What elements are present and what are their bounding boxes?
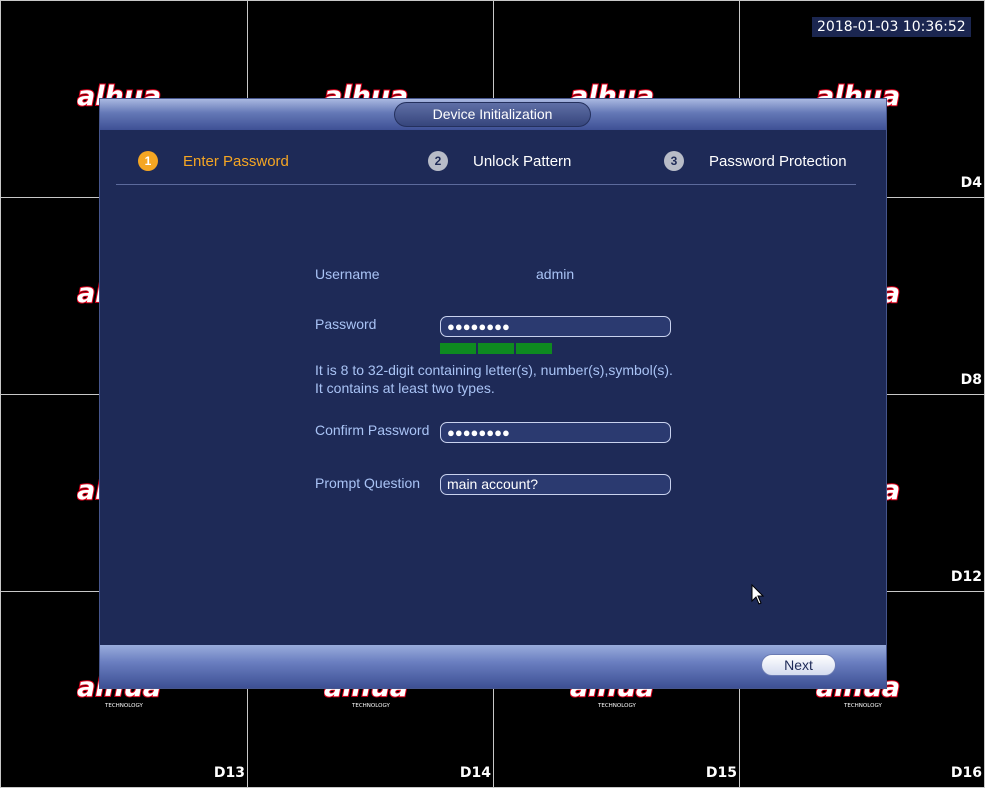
channel-label: D8 <box>960 372 982 388</box>
dialog-title: Device Initialization <box>394 102 591 127</box>
dialog-header: Device Initialization <box>100 99 886 130</box>
channel-label: D4 <box>960 175 982 191</box>
prompt-question-field[interactable]: main account? <box>440 474 671 495</box>
confirm-password-field[interactable]: ●●●●●●●● <box>440 422 671 443</box>
svg-text:TECHNOLOGY: TECHNOLOGY <box>597 703 636 709</box>
wizard-steps: 1 Enter Password 2 Unlock Pattern 3 Pass… <box>100 151 886 175</box>
password-strength-meter <box>440 343 554 354</box>
step-enter-password: 1 Enter Password <box>138 151 289 171</box>
strength-segment <box>440 343 476 354</box>
svg-text:TECHNOLOGY: TECHNOLOGY <box>351 703 390 709</box>
channel-label: D12 <box>950 569 982 585</box>
steps-divider <box>116 184 856 185</box>
mouse-cursor-icon <box>751 584 765 605</box>
step-password-protection: 3 Password Protection <box>664 151 847 171</box>
step-number: 1 <box>138 151 158 171</box>
channel-label: D13 <box>213 765 245 781</box>
channel-label: D15 <box>705 765 737 781</box>
password-field[interactable]: ●●●●●●●● <box>440 316 671 337</box>
username-label: Username <box>315 266 380 282</box>
next-button[interactable]: Next <box>761 654 836 676</box>
svg-text:TECHNOLOGY: TECHNOLOGY <box>843 703 882 709</box>
system-clock: 2018-01-03 10:36:52 <box>812 17 971 37</box>
password-hint: It is 8 to 32-digit containing letter(s)… <box>315 362 673 396</box>
step-unlock-pattern: 2 Unlock Pattern <box>428 151 571 171</box>
channel-label: D16 <box>950 765 982 781</box>
confirm-password-label: Confirm Password <box>315 422 430 438</box>
password-label: Password <box>315 316 377 332</box>
dvr-screen: alhuaTECHNOLOGY alhuaTECHNOLOGY alhuaTEC… <box>0 0 985 788</box>
step-label: Password Protection <box>709 152 847 170</box>
username-value: admin <box>536 266 575 282</box>
strength-segment <box>516 343 552 354</box>
step-number: 2 <box>428 151 448 171</box>
step-label: Enter Password <box>183 152 289 170</box>
prompt-question-label: Prompt Question <box>315 475 421 491</box>
dialog-footer: Next <box>100 645 886 688</box>
strength-segment <box>478 343 514 354</box>
channel-label: D14 <box>459 765 491 781</box>
svg-text:TECHNOLOGY: TECHNOLOGY <box>104 703 143 709</box>
device-initialization-dialog: Device Initialization 1 Enter Password 2… <box>100 99 886 688</box>
step-label: Unlock Pattern <box>473 152 572 170</box>
step-number: 3 <box>664 151 684 171</box>
